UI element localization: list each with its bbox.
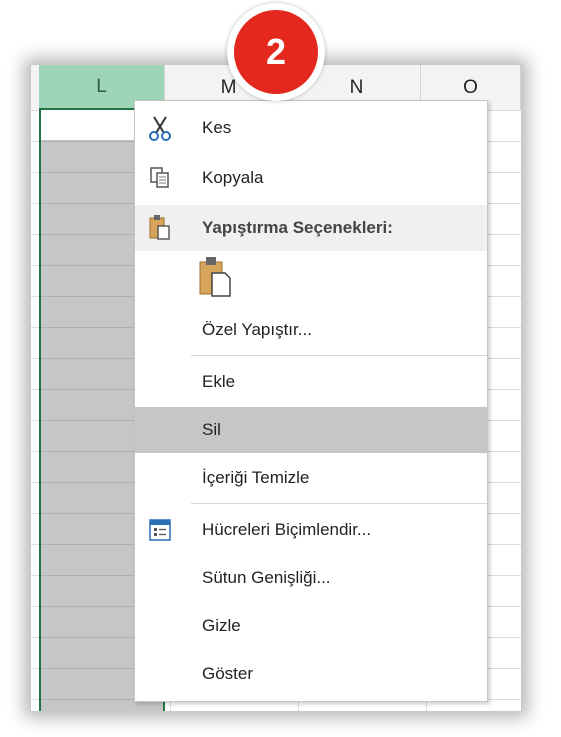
format-cells-icon: [145, 515, 175, 545]
menu-label-cut: Kes: [202, 118, 232, 137]
menu-label-format-cells: Hücreleri Biçimlendir...: [202, 520, 372, 539]
menu-item-unhide[interactable]: Göster: [135, 651, 487, 697]
paste-option-button[interactable]: [135, 251, 487, 303]
menu-label-clear-contents: İçeriği Temizle: [202, 468, 310, 487]
menu-item-column-width[interactable]: Sütun Genişliği...: [135, 555, 487, 601]
menu-divider: [191, 355, 487, 356]
menu-item-clear-contents[interactable]: İçeriği Temizle: [135, 455, 487, 501]
menu-item-paste-special[interactable]: Özel Yapıştır...: [135, 307, 487, 353]
menu-label-unhide: Göster: [202, 664, 254, 683]
menu-label-column-width: Sütun Genişliği...: [202, 568, 331, 587]
step-badge: 2: [227, 3, 325, 101]
scissors-icon: [145, 113, 175, 143]
context-menu: Kes Kopyala Yapıştırma Seçenekleri: Özel…: [134, 100, 488, 702]
menu-label-paste-options: Yapıştırma Seçenekleri:: [202, 218, 393, 237]
paste-clipboard-icon: [145, 213, 175, 243]
menu-item-insert[interactable]: Ekle: [135, 359, 487, 405]
menu-label-copy: Kopyala: [202, 168, 264, 187]
menu-label-insert: Ekle: [202, 372, 236, 391]
menu-item-hide[interactable]: Gizle: [135, 603, 487, 649]
menu-label-hide: Gizle: [202, 616, 241, 635]
copy-icon: [145, 163, 175, 193]
menu-label-paste-special: Özel Yapıştır...: [202, 320, 312, 339]
menu-label-delete: Sil: [202, 420, 221, 439]
paste-options-header: Yapıştırma Seçenekleri:: [135, 205, 487, 251]
step-number: 2: [234, 10, 318, 94]
menu-divider: [191, 503, 487, 504]
menu-item-format-cells[interactable]: Hücreleri Biçimlendir...: [135, 507, 487, 553]
menu-item-cut[interactable]: Kes: [135, 105, 487, 151]
menu-item-copy[interactable]: Kopyala: [135, 155, 487, 201]
paste-icon: [195, 255, 235, 299]
menu-item-delete[interactable]: Sil: [135, 407, 487, 453]
